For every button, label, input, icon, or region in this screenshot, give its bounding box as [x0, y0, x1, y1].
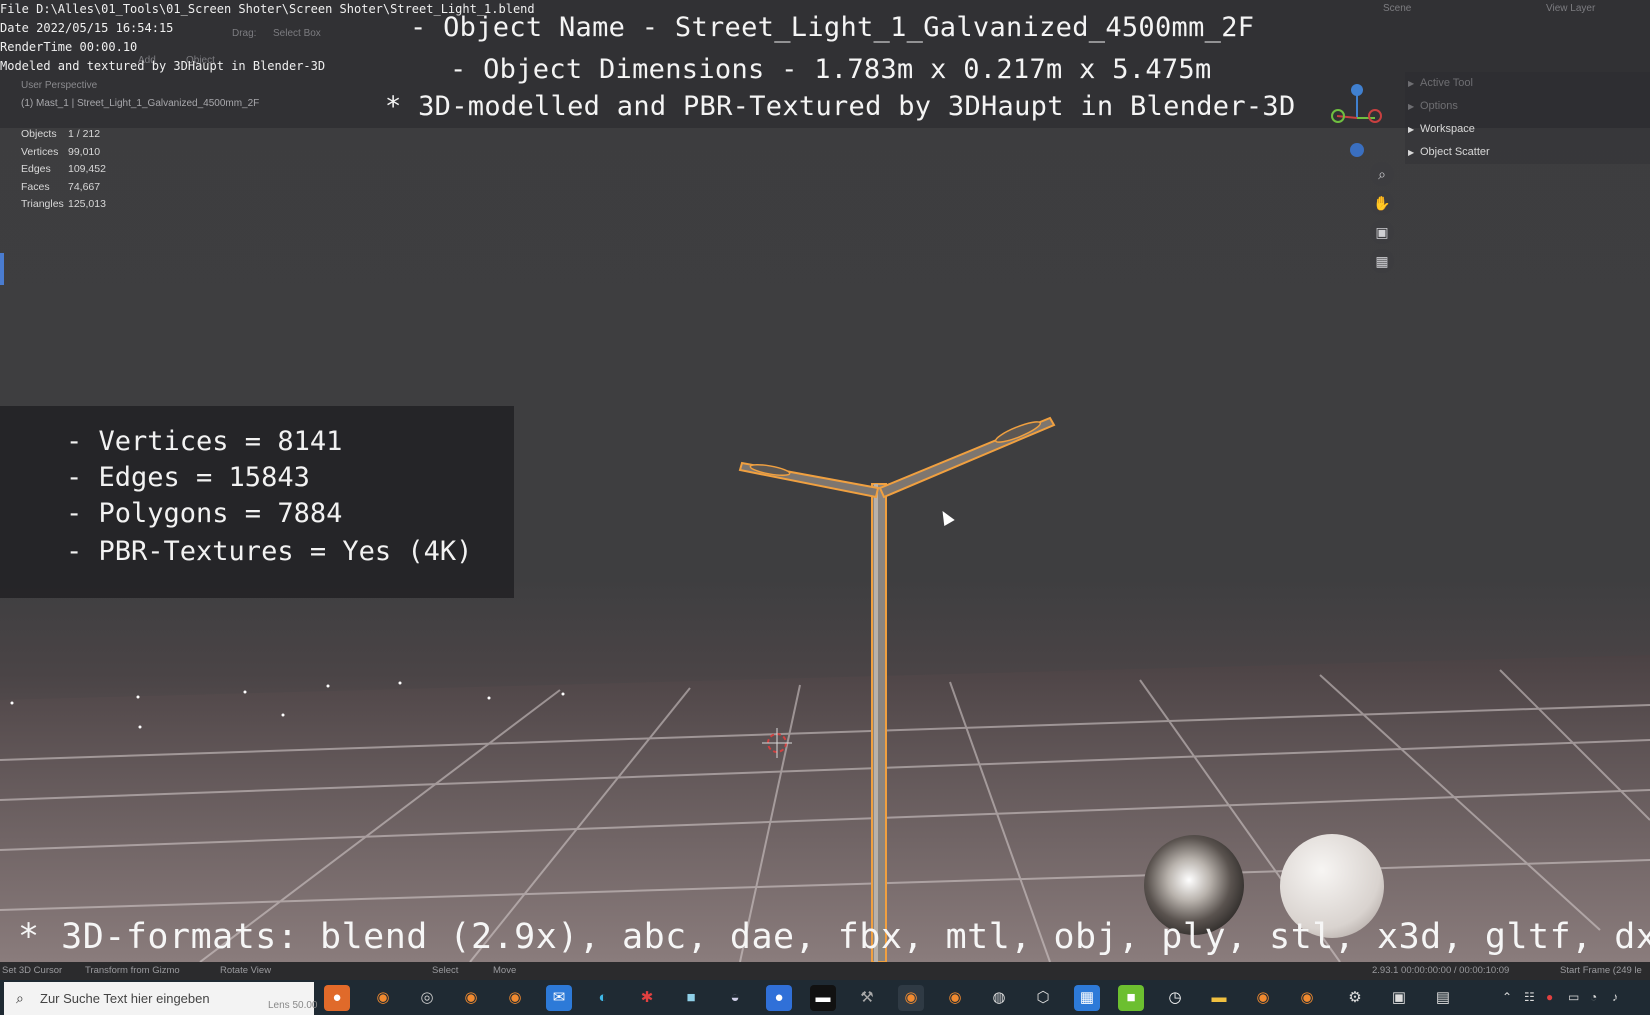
- window-icon[interactable]: ▣: [1386, 985, 1412, 1011]
- stat-row: Triangles 125,013: [21, 196, 106, 214]
- info-vertices: - Vertices = 8141: [66, 426, 343, 457]
- status-move: Move: [493, 965, 517, 976]
- info-edges: - Edges = 15843: [66, 462, 310, 493]
- scene-selector[interactable]: Scene: [1383, 3, 1411, 14]
- axis-gizmo[interactable]: [1325, 78, 1385, 163]
- stat-row: Vertices 99,010: [21, 144, 106, 162]
- expand-arrow-icon: ▶: [1408, 79, 1415, 88]
- sidebar-item-workspace[interactable]: ▶ Workspace: [1408, 123, 1475, 135]
- stat-value: 74,667: [68, 180, 101, 193]
- 3d-viewport[interactable]: Drag: Select Box Add Object Scene View L…: [0, 0, 1650, 962]
- blender-icon[interactable]: ◉: [370, 985, 396, 1011]
- blender-icon-4[interactable]: ◉: [942, 985, 968, 1011]
- blender-active-icon[interactable]: ◉: [898, 985, 924, 1011]
- blender-icon-3[interactable]: ◉: [502, 985, 528, 1011]
- blender-icon-6[interactable]: ◉: [1294, 985, 1320, 1011]
- stat-label: Vertices: [21, 145, 59, 158]
- battery-icon[interactable]: ▭: [1568, 990, 1579, 1004]
- notes-icon[interactable]: ■: [678, 985, 704, 1011]
- camera-icon[interactable]: ▣: [1370, 220, 1394, 244]
- info-polygons: - Polygons = 7884: [66, 498, 343, 529]
- view-layer-selector[interactable]: View Layer: [1546, 3, 1595, 14]
- mail-icon[interactable]: ✉: [546, 985, 572, 1011]
- edge-icon[interactable]: ◐: [590, 985, 616, 1011]
- sidebar-item-object-scatter[interactable]: ▶ Object Scatter: [1408, 146, 1490, 158]
- stat-value: 1 / 212: [68, 128, 101, 140]
- status-rotate: Rotate View: [220, 965, 272, 976]
- status-transform: Transform from Gizmo: [85, 965, 180, 976]
- calendar-icon[interactable]: ▦: [1074, 985, 1100, 1011]
- credit-title: * 3D-modelled and PBR-Textured by 3DHaup…: [385, 91, 1296, 122]
- status-set-cursor: Set 3D Cursor: [2, 965, 63, 976]
- expand-arrow-icon: ▶: [1408, 102, 1415, 111]
- zoom-icon[interactable]: ⌕: [1370, 162, 1394, 186]
- app-icon[interactable]: ✱: [634, 985, 660, 1011]
- chevron-up-icon[interactable]: ⌃: [1502, 990, 1512, 1004]
- object-name-title: - Object Name - Street_Light_1_Galvanize…: [410, 12, 1255, 43]
- formats-banner: * 3D-formats: blend (2.9x), abc, dae, fb…: [18, 917, 1650, 957]
- search-icon: ⌕: [16, 990, 24, 1006]
- status-select: Select: [432, 965, 459, 976]
- obs-icon[interactable]: ◎: [414, 985, 440, 1011]
- status-version: 2.93.1 00:00:00:00 / 00:00:10:09: [1372, 965, 1510, 976]
- mesh-info-panel: - Vertices = 8141 - Edges = 15843 - Poly…: [0, 406, 514, 598]
- stat-value: 99,010: [68, 145, 101, 158]
- gear-icon[interactable]: ⚙: [1342, 985, 1368, 1011]
- status-bar: Set 3D Cursor Transform from Gizmo Rotat…: [0, 962, 1650, 980]
- antivirus-icon[interactable]: ●: [1546, 990, 1553, 1004]
- terminal-icon[interactable]: ▬: [810, 985, 836, 1011]
- clock-icon[interactable]: ◷: [1162, 985, 1188, 1011]
- info-textures: - PBR-Textures = Yes (4K): [66, 536, 473, 567]
- sidebar-item-options[interactable]: ▶ Options: [1408, 100, 1458, 112]
- viewport-object-path: (1) Mast_1 | Street_Light_1_Galvanized_4…: [21, 98, 260, 109]
- lens-readout: Lens 50.00: [268, 1000, 318, 1011]
- floor-plane: [0, 655, 1650, 962]
- stat-row: Edges 109,452: [21, 161, 106, 179]
- blender-icon-5[interactable]: ◉: [1250, 985, 1276, 1011]
- expand-arrow-icon: ▶: [1408, 148, 1415, 157]
- search-placeholder: Zur Suche Text hier eingeben: [40, 991, 210, 1006]
- toolbar-active-marker: [0, 253, 4, 285]
- blender-icon-2[interactable]: ◉: [458, 985, 484, 1011]
- stat-label: Objects: [21, 128, 57, 140]
- chat-icon[interactable]: ●: [766, 985, 792, 1011]
- nvidia-icon[interactable]: ■: [1118, 985, 1144, 1011]
- stat-label: Faces: [21, 180, 50, 193]
- cube-icon[interactable]: ⬡: [1030, 985, 1056, 1011]
- stat-row: Faces 74,667: [21, 179, 106, 197]
- object-dimensions-title: - Object Dimensions - 1.783m x 0.217m x …: [450, 54, 1212, 85]
- tool-icon[interactable]: ⚒: [854, 985, 880, 1011]
- status-start-frame: Start Frame (249 le: [1560, 965, 1642, 976]
- panda-icon[interactable]: ◍: [986, 985, 1012, 1011]
- stat-label: Edges: [21, 163, 51, 175]
- explorer-icon[interactable]: ▤: [1430, 985, 1456, 1011]
- grid-icon[interactable]: ▦: [1370, 249, 1394, 273]
- folder-icon[interactable]: ▬: [1206, 985, 1232, 1011]
- stat-row: Objects 1 / 212: [21, 126, 106, 144]
- scene-statistics: Objects 1 / 212 Vertices 99,010 Edges 109,452…: [21, 126, 106, 214]
- viewport-perspective-label: User Perspective: [21, 80, 98, 91]
- firefox-icon[interactable]: ●: [324, 985, 350, 1011]
- stat-value: 109,452: [68, 163, 106, 175]
- sidebar-item-active-tool[interactable]: ▶ Active Tool: [1408, 77, 1473, 89]
- hand-icon[interactable]: ✋: [1370, 191, 1394, 215]
- wifi-icon[interactable]: ◔: [1590, 990, 1597, 1004]
- windows-taskbar: ⌕ Zur Suche Text hier eingeben Lens 50.0…: [0, 980, 1650, 1015]
- stat-label: Triangles: [21, 198, 64, 210]
- app-icon-2[interactable]: ◒: [722, 985, 748, 1011]
- expand-arrow-icon: ▶: [1408, 125, 1415, 134]
- network-icon[interactable]: ☷: [1524, 990, 1535, 1004]
- stat-value: 125,013: [68, 198, 106, 210]
- volume-icon[interactable]: ♪: [1612, 990, 1618, 1004]
